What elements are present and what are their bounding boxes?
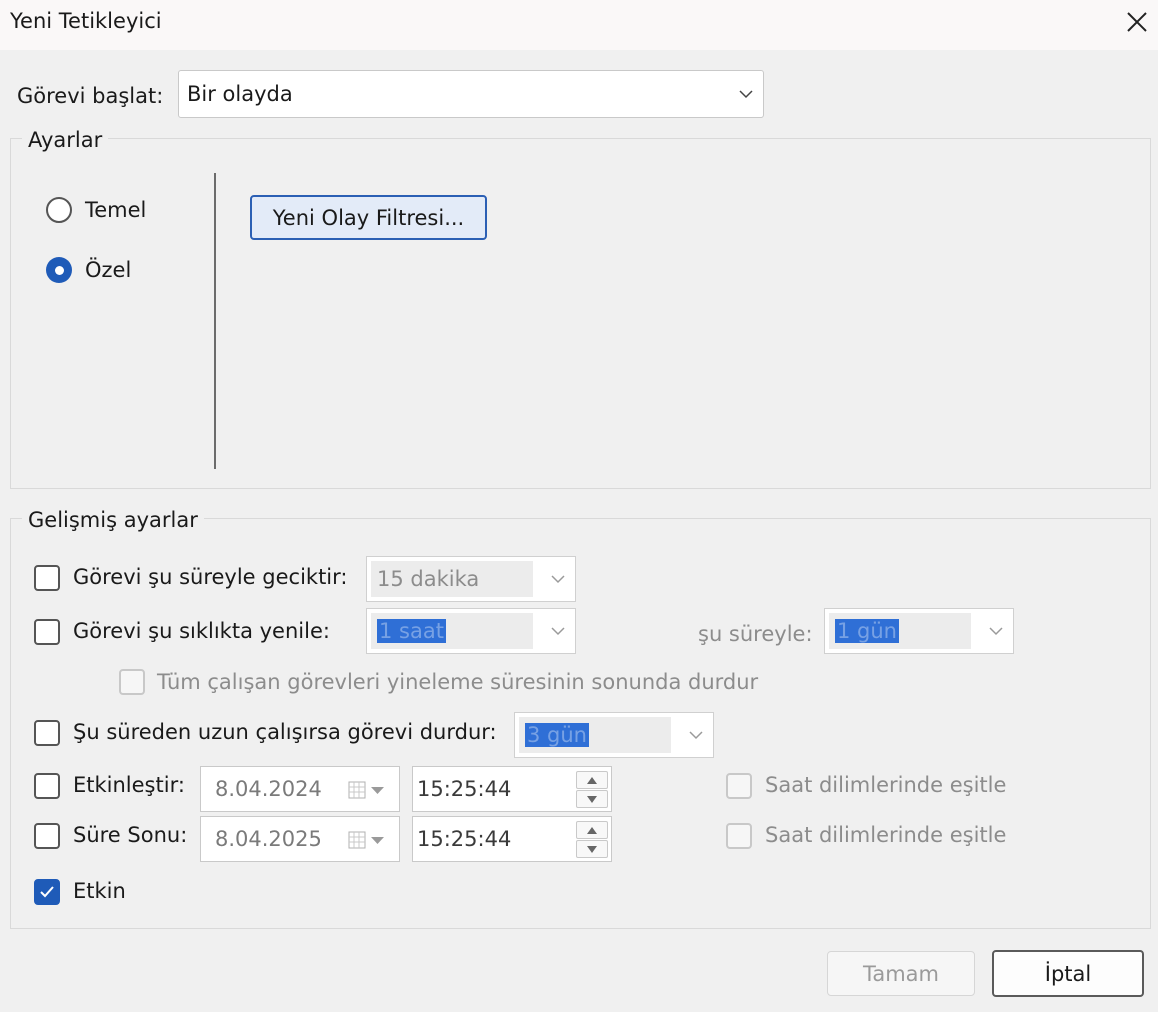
advanced-settings-legend: Gelişmiş ayarlar [22,508,204,532]
checkmark-icon [40,886,54,898]
activate-checkbox[interactable] [34,773,60,799]
expire-sync-checkbox[interactable] [726,823,752,849]
title-bar [0,0,1158,50]
expire-time-value: 15:25:44 [417,827,512,851]
delay-value: 15 dakika [377,567,480,591]
radio-custom-label[interactable]: Özel [85,258,131,282]
activate-date-picker[interactable]: 8.04.2024 [200,766,400,812]
enabled-label[interactable]: Etkin [73,879,126,903]
activate-time-value: 15:25:44 [417,777,512,801]
chevron-down-icon [739,90,753,99]
activate-sync-checkbox[interactable] [726,773,752,799]
close-icon [1127,12,1147,32]
activate-label[interactable]: Etkinleştir: [73,773,185,797]
expire-sync-label: Saat dilimlerinde eşitle [765,823,1007,847]
repeat-duration-label: şu süreyle: [698,622,813,646]
new-event-filter-label: Yeni Olay Filtresi... [272,205,465,230]
stop-all-checkbox[interactable] [119,669,145,695]
start-task-value: Bir olayda [187,82,293,106]
cancel-button[interactable]: İptal [992,950,1144,997]
repeat-interval-dropdown[interactable]: 1 saat [366,608,576,654]
stop-if-longer-label[interactable]: Şu süreden uzun çalışırsa görevi durdur: [73,720,497,744]
activate-sync-label: Saat dilimlerinde eşitle [765,773,1007,797]
delay-dropdown[interactable]: 15 dakika [366,556,576,602]
cancel-button-label: İptal [1044,961,1092,986]
chevron-down-icon [989,627,1003,636]
start-task-label: Görevi başlat: [17,84,164,108]
calendar-icon [348,831,384,849]
delay-label[interactable]: Görevi şu süreyle geciktir: [73,565,347,589]
chevron-down-icon [551,627,565,636]
stop-if-longer-dropdown[interactable]: 3 gün [514,712,714,758]
time-up-button[interactable] [576,821,608,839]
stop-if-longer-value: 3 gün [525,723,589,747]
time-down-button[interactable] [576,790,608,808]
arrow-up-icon [587,826,597,834]
repeat-checkbox[interactable] [34,619,60,645]
window-title: Yeni Tetikleyici [10,9,162,33]
close-button[interactable] [1120,4,1154,40]
settings-legend: Ayarlar [22,128,109,152]
time-up-button[interactable] [576,771,608,789]
settings-group [10,138,1151,489]
expire-label[interactable]: Süre Sonu: [73,823,187,847]
settings-divider [214,173,216,469]
radio-custom[interactable] [46,257,72,283]
ok-button-label: Tamam [862,961,939,986]
enabled-checkbox[interactable] [34,879,60,905]
radio-basic[interactable] [46,197,72,223]
delay-checkbox[interactable] [34,565,60,591]
stop-if-longer-checkbox[interactable] [34,720,60,746]
expire-date-picker[interactable]: 8.04.2025 [200,816,400,862]
activate-date-value: 8.04.2024 [215,777,322,801]
repeat-duration-value: 1 gün [835,619,899,643]
arrow-up-icon [587,776,597,784]
repeat-label[interactable]: Görevi şu sıklıkta yenile: [73,619,330,643]
arrow-down-icon [587,845,597,853]
calendar-icon [348,781,384,799]
repeat-interval-value: 1 saat [377,619,446,643]
time-down-button[interactable] [576,840,608,858]
chevron-down-icon [551,575,565,584]
expire-date-value: 8.04.2025 [215,827,322,851]
repeat-duration-dropdown[interactable]: 1 gün [824,608,1014,654]
arrow-down-icon [587,795,597,803]
expire-checkbox[interactable] [34,823,60,849]
stop-all-label: Tüm çalışan görevleri yineleme süresinin… [157,670,759,694]
chevron-down-icon [689,731,703,740]
new-event-filter-button[interactable]: Yeni Olay Filtresi... [250,195,487,240]
start-task-dropdown[interactable]: Bir olayda [178,70,764,118]
expire-time-field[interactable]: 15:25:44 [412,816,612,862]
radio-basic-label[interactable]: Temel [85,198,146,222]
ok-button[interactable]: Tamam [827,951,975,996]
activate-time-field[interactable]: 15:25:44 [412,766,612,812]
